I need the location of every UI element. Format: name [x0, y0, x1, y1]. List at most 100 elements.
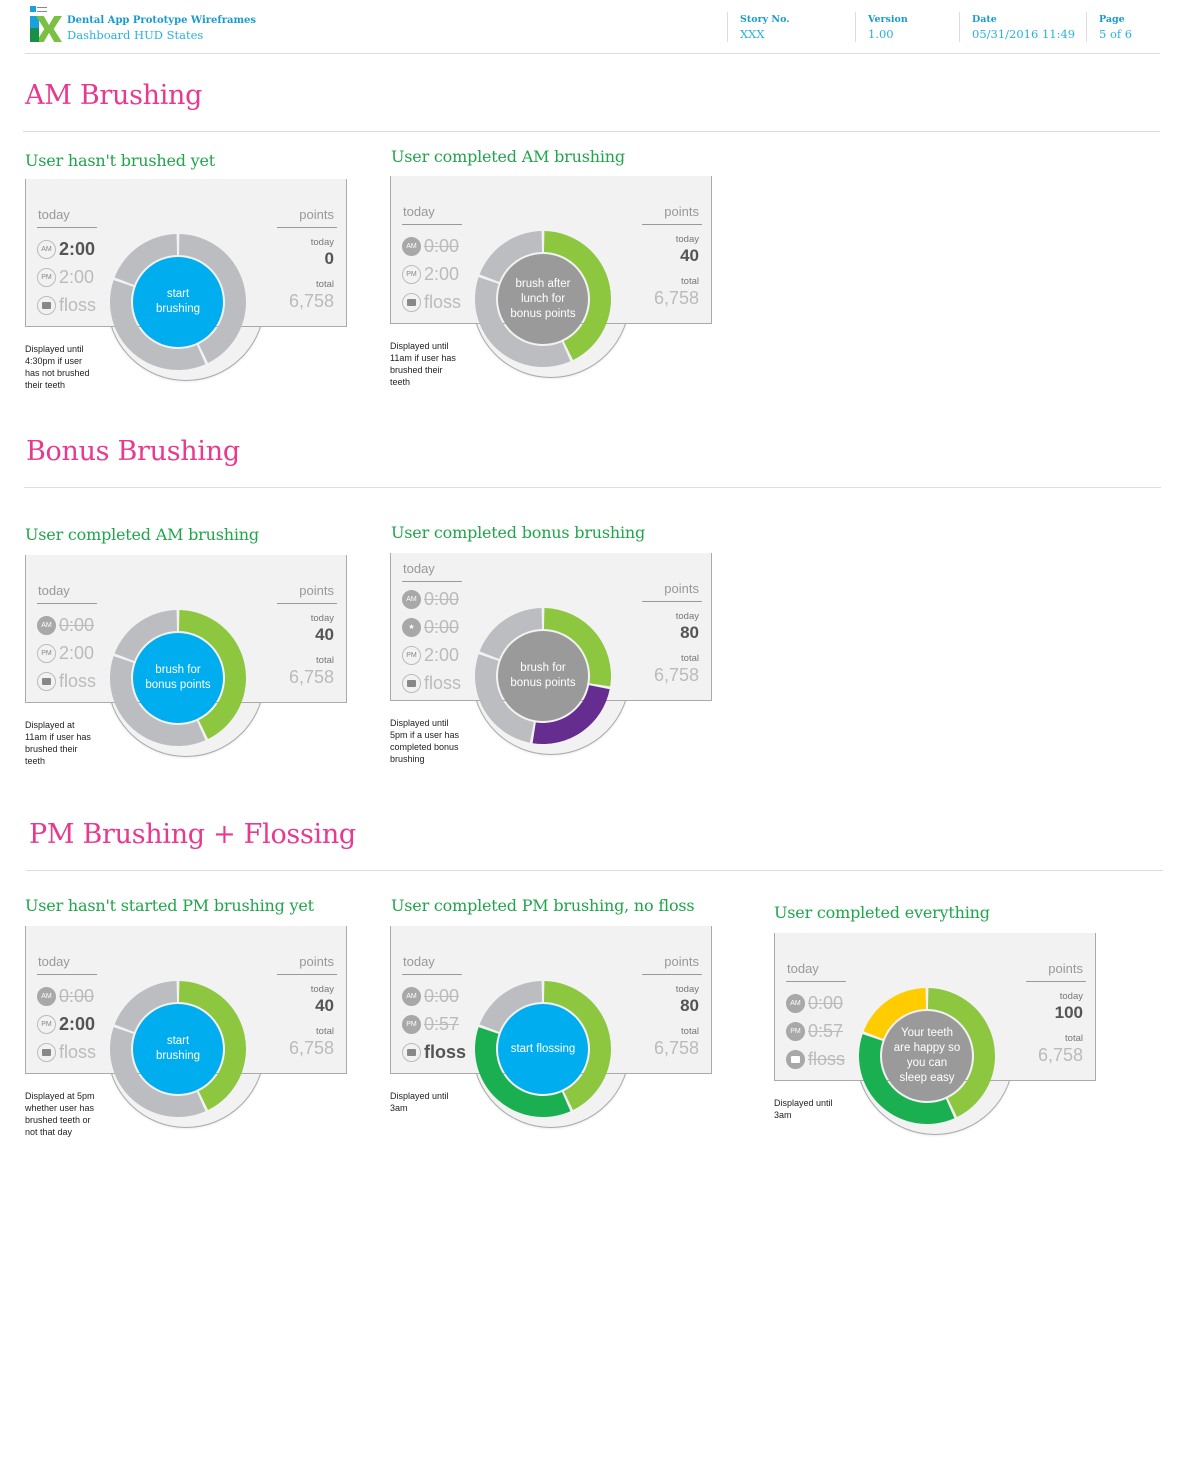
task-row[interactable]: floss: [402, 1038, 466, 1066]
task-value: floss: [59, 1041, 97, 1062]
task-row[interactable]: AM 0:00: [37, 982, 96, 1010]
task-row[interactable]: floss: [402, 669, 461, 697]
floss-icon: [402, 1042, 421, 1062]
points-divider: [642, 974, 702, 975]
bonus-star-icon: ★: [402, 617, 421, 637]
center-action-button[interactable]: start brushing: [133, 257, 223, 347]
floss-icon: [402, 673, 421, 693]
task-value: 2:00: [59, 238, 96, 259]
task-row[interactable]: floss: [402, 288, 461, 316]
points-total-value: 6,758: [653, 665, 699, 685]
section-title-bonus: Bonus Brushing: [26, 436, 240, 467]
am-badge-icon: AM: [37, 986, 56, 1006]
display-condition-note: Displayed until 11am if user has brushed…: [390, 341, 456, 387]
points-today-label: today: [310, 613, 334, 624]
center-action-button[interactable]: Your teeth are happy so you can sleep ea…: [882, 1011, 972, 1101]
hud-card-all-complete: today points AM 0:00 PM 0:57 floss today 1…: [774, 933, 1096, 1135]
points-label: points: [664, 204, 699, 219]
task-row[interactable]: AM 0:00: [37, 611, 96, 639]
floss-icon: [402, 292, 421, 312]
pm-badge-icon: PM: [37, 267, 56, 287]
points-today-value: 40: [680, 246, 699, 265]
center-action-button[interactable]: brush for bonus points: [498, 631, 588, 721]
task-row[interactable]: PM 0:57: [402, 1010, 466, 1038]
today-label: today: [38, 583, 70, 598]
display-condition-note: Displayed at 5pm whether user has brushe…: [25, 1091, 95, 1137]
pm-badge-icon: PM: [402, 645, 421, 665]
task-row[interactable]: ★ 0:00: [402, 613, 461, 641]
points-today-value: 0: [324, 249, 334, 268]
task-row[interactable]: AM 0:00: [786, 989, 845, 1017]
ix-logo-icon: [30, 6, 62, 42]
points-today-value: 80: [680, 996, 699, 1015]
task-row[interactable]: floss: [37, 291, 96, 319]
task-row[interactable]: AM 2:00: [37, 235, 96, 263]
today-label: today: [403, 204, 435, 219]
points-divider: [642, 224, 702, 225]
hud-card-am-not-brushed: today points AM 2:00 PM 2:00 floss today 0…: [25, 179, 347, 390]
task-row[interactable]: PM 2:00: [37, 1010, 96, 1038]
pm-badge-icon: PM: [786, 1021, 805, 1041]
task-row[interactable]: PM 2:00: [402, 641, 461, 669]
task-row[interactable]: PM 2:00: [37, 263, 96, 291]
points-today-label: today: [310, 237, 334, 248]
task-value: 0:00: [424, 985, 460, 1006]
am-badge-icon: AM: [402, 589, 421, 609]
hud-card-bonus-completed: today points AM 0:00 ★ 0:00 PM 2:00 floss…: [390, 553, 712, 764]
points-label: points: [664, 581, 699, 596]
floss-icon: [37, 671, 56, 691]
state-heading: User completed bonus brushing: [391, 523, 646, 542]
center-action-button[interactable]: start flossing: [498, 1004, 588, 1094]
task-value: floss: [808, 1048, 846, 1069]
center-action-button[interactable]: brush after lunch for bonus points: [498, 254, 588, 344]
center-action-button[interactable]: brush for bonus points: [133, 633, 223, 723]
today-divider: [37, 603, 97, 604]
points-total-value: 6,758: [1037, 1045, 1083, 1065]
section-divider-bonus: [24, 487, 1161, 488]
meta-story: Story No. XXX: [727, 12, 855, 42]
am-badge-icon: AM: [786, 993, 805, 1013]
task-row[interactable]: PM 2:00: [37, 639, 96, 667]
display-condition-note: Displayed until 3am: [390, 1091, 449, 1113]
task-row[interactable]: PM 0:57: [786, 1017, 845, 1045]
task-row[interactable]: floss: [37, 667, 96, 695]
today-label: today: [787, 961, 819, 976]
task-row[interactable]: floss: [37, 1038, 96, 1066]
meta-page-label: Page: [1099, 14, 1125, 25]
task-value: 2:00: [59, 266, 95, 287]
points-total-label: total: [316, 279, 334, 290]
task-row[interactable]: AM 0:00: [402, 585, 461, 613]
task-value: floss: [59, 670, 97, 691]
pm-badge-icon: PM: [402, 264, 421, 284]
floss-icon: [37, 295, 56, 315]
task-row[interactable]: AM 0:00: [402, 982, 466, 1010]
points-today-label: today: [675, 984, 699, 995]
today-label: today: [38, 954, 70, 969]
header-divider: [25, 53, 1160, 54]
center-action-button[interactable]: start brushing: [133, 1004, 223, 1094]
points-divider: [642, 601, 702, 602]
task-value: floss: [424, 672, 462, 693]
meta-date-value: 05/31/2016 11:49: [972, 27, 1076, 41]
state-heading: User completed PM brushing, no floss: [391, 896, 695, 915]
task-row[interactable]: floss: [786, 1045, 845, 1073]
meta-date: Date 05/31/2016 11:49: [959, 12, 1086, 42]
task-value: floss: [424, 1041, 467, 1062]
points-total-label: total: [316, 655, 334, 666]
task-value: 0:00: [808, 992, 844, 1013]
today-divider: [402, 581, 462, 582]
points-total-label: total: [681, 653, 699, 664]
meta-version-value: 1.00: [868, 27, 894, 41]
today-divider: [786, 981, 846, 982]
task-row[interactable]: AM 0:00: [402, 232, 461, 260]
task-value: 2:00: [424, 644, 460, 665]
points-total-value: 6,758: [288, 1038, 334, 1058]
meta-story-value: XXX: [740, 27, 765, 41]
points-total-value: 6,758: [653, 1038, 699, 1058]
points-total-label: total: [681, 276, 699, 287]
today-divider: [402, 224, 462, 225]
am-badge-icon: AM: [37, 615, 56, 635]
pm-badge-icon: PM: [37, 643, 56, 663]
state-heading: User completed everything: [774, 903, 990, 922]
task-row[interactable]: PM 2:00: [402, 260, 461, 288]
